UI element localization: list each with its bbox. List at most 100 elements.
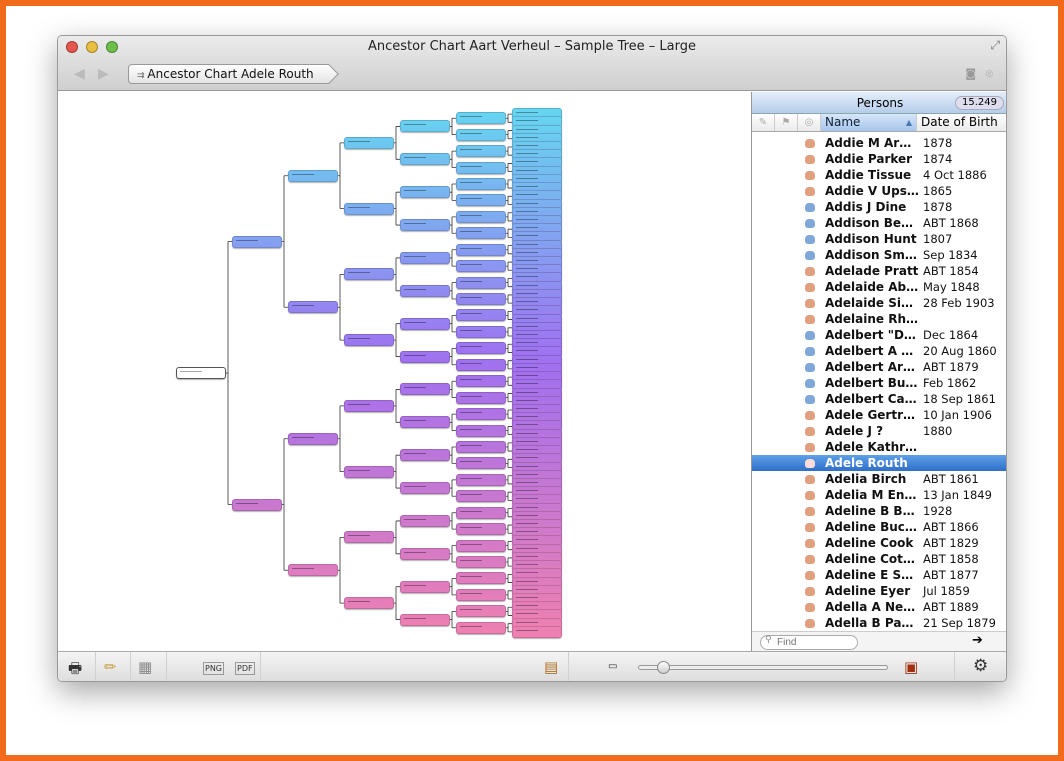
ancestor-chart[interactable] [58, 92, 750, 651]
person-box[interactable] [176, 367, 226, 379]
print-icon[interactable]: 🖶 [68, 658, 82, 681]
person-box[interactable] [456, 177, 506, 190]
person-row[interactable]: Adelia M Ensign 13 Jan 1849 [752, 487, 1006, 503]
person-row[interactable]: Adeline Cook ABT 1829 [752, 535, 1006, 551]
person-row[interactable]: Adele Kathry… [752, 439, 1006, 455]
person-box[interactable] [400, 120, 450, 133]
person-box[interactable] [456, 506, 506, 519]
column-name[interactable]: Name ▲ [821, 114, 917, 131]
zoom-slider[interactable] [638, 661, 888, 674]
person-box[interactable] [400, 284, 450, 297]
person-box[interactable] [344, 334, 394, 347]
person-box[interactable] [456, 128, 506, 141]
person-box[interactable] [344, 202, 394, 215]
person-row[interactable]: Addie M Arnold 1878 [752, 135, 1006, 151]
person-box[interactable] [456, 375, 506, 388]
person-row[interactable]: Adeline E Sm… ABT 1877 [752, 567, 1006, 583]
go-arrow-icon[interactable]: ➔ [972, 633, 983, 648]
person-row[interactable]: Adele J ? 1880 [752, 423, 1006, 439]
person-row[interactable]: Addie Tissue 4 Oct 1886 [752, 167, 1006, 183]
person-box[interactable] [456, 457, 506, 470]
sex-column-icon[interactable]: ◎ [798, 114, 821, 131]
person-box[interactable] [512, 625, 562, 638]
person-box[interactable] [456, 408, 506, 421]
person-box[interactable] [456, 391, 506, 404]
stop-icon[interactable]: ◙ [965, 67, 976, 80]
person-row[interactable]: Adelade Pratt ABT 1854 [752, 263, 1006, 279]
fullscreen-icon[interactable]: ⤢ [990, 38, 1000, 53]
person-box[interactable] [456, 194, 506, 207]
person-box[interactable] [400, 613, 450, 626]
person-box[interactable] [232, 235, 282, 248]
person-box[interactable] [456, 161, 506, 174]
person-box[interactable] [288, 169, 338, 182]
person-box[interactable] [456, 112, 506, 125]
person-box[interactable] [456, 490, 506, 503]
person-box[interactable] [456, 588, 506, 601]
person-box[interactable] [456, 260, 506, 273]
person-box[interactable] [344, 136, 394, 149]
export-png-button[interactable]: PNG [203, 662, 225, 675]
person-box[interactable] [400, 383, 450, 396]
person-box[interactable] [456, 243, 506, 256]
breadcrumb[interactable]: ⇉ Ancestor Chart Adele Routh [128, 64, 329, 84]
person-row[interactable]: Adeline B Berry 1928 [752, 503, 1006, 519]
person-box[interactable] [456, 621, 506, 634]
person-row[interactable]: Addison Hunt 1807 [752, 231, 1006, 247]
edit-pencil-icon[interactable]: ✏ [104, 658, 117, 676]
person-box[interactable] [456, 556, 506, 569]
person-box[interactable] [344, 399, 394, 412]
person-box[interactable] [400, 482, 450, 495]
person-box[interactable] [456, 572, 506, 585]
person-box[interactable] [456, 276, 506, 289]
person-box[interactable] [400, 514, 450, 527]
person-row[interactable]: Adella B Parks 21 Sep 1879 [752, 615, 1006, 631]
person-box[interactable] [400, 580, 450, 593]
zoom-slider-knob[interactable] [657, 661, 670, 674]
person-box[interactable] [344, 531, 394, 544]
person-row[interactable]: Adele Gertru… 10 Jan 1906 [752, 407, 1006, 423]
person-box[interactable] [400, 219, 450, 232]
person-box[interactable] [400, 416, 450, 429]
person-row[interactable]: Adelbert Car… 18 Sep 1861 [752, 391, 1006, 407]
person-box[interactable] [288, 432, 338, 445]
person-box[interactable] [456, 342, 506, 355]
person-box[interactable] [400, 186, 450, 199]
person-row[interactable]: Addison Beam ABT 1868 [752, 215, 1006, 231]
person-box[interactable] [456, 210, 506, 223]
export-pdf-button[interactable]: PDF [235, 662, 255, 675]
person-row[interactable]: Adella A Nelson ABT 1889 [752, 599, 1006, 615]
persons-list[interactable]: Addie M Arnold 1878 Addie Parker 1874 Addie … [752, 132, 1006, 631]
person-box[interactable] [456, 227, 506, 240]
person-row[interactable]: Adelbert "Del… Dec 1864 [752, 327, 1006, 343]
person-box[interactable] [456, 293, 506, 306]
person-box[interactable] [288, 301, 338, 314]
person-box[interactable] [400, 317, 450, 330]
person-row[interactable]: Adelaine Rho… [752, 311, 1006, 327]
save-disk-icon[interactable]: ▦ [138, 658, 152, 676]
forward-button[interactable]: ▶ [98, 66, 109, 82]
person-box[interactable] [456, 145, 506, 158]
person-row[interactable]: Adeline Eyer Jul 1859 [752, 583, 1006, 599]
person-box[interactable] [344, 597, 394, 610]
person-row[interactable]: Addis J Dine 1878 [752, 199, 1006, 215]
person-box[interactable] [456, 473, 506, 486]
person-box[interactable] [456, 605, 506, 618]
find-input[interactable] [760, 635, 858, 650]
person-row[interactable]: Adelbert Buc… Feb 1862 [752, 375, 1006, 391]
clear-icon[interactable]: ⊗ [985, 67, 994, 80]
person-row[interactable]: Adelaide Abell May 1848 [752, 279, 1006, 295]
back-button[interactable]: ◀ [74, 66, 85, 82]
person-box[interactable] [400, 251, 450, 264]
person-box[interactable] [456, 523, 506, 536]
person-row[interactable]: Adelia Birch ABT 1861 [752, 471, 1006, 487]
person-box[interactable] [288, 564, 338, 577]
person-box[interactable] [456, 440, 506, 453]
person-row[interactable]: Addison Smith Sep 1834 [752, 247, 1006, 263]
person-box[interactable] [456, 325, 506, 338]
person-row[interactable]: Adeline Cotton ABT 1858 [752, 551, 1006, 567]
flag-column-icon[interactable]: ⚑ [775, 114, 798, 131]
column-date-of-birth[interactable]: Date of Birth [917, 114, 998, 131]
person-box[interactable] [344, 268, 394, 281]
person-box[interactable] [400, 547, 450, 560]
